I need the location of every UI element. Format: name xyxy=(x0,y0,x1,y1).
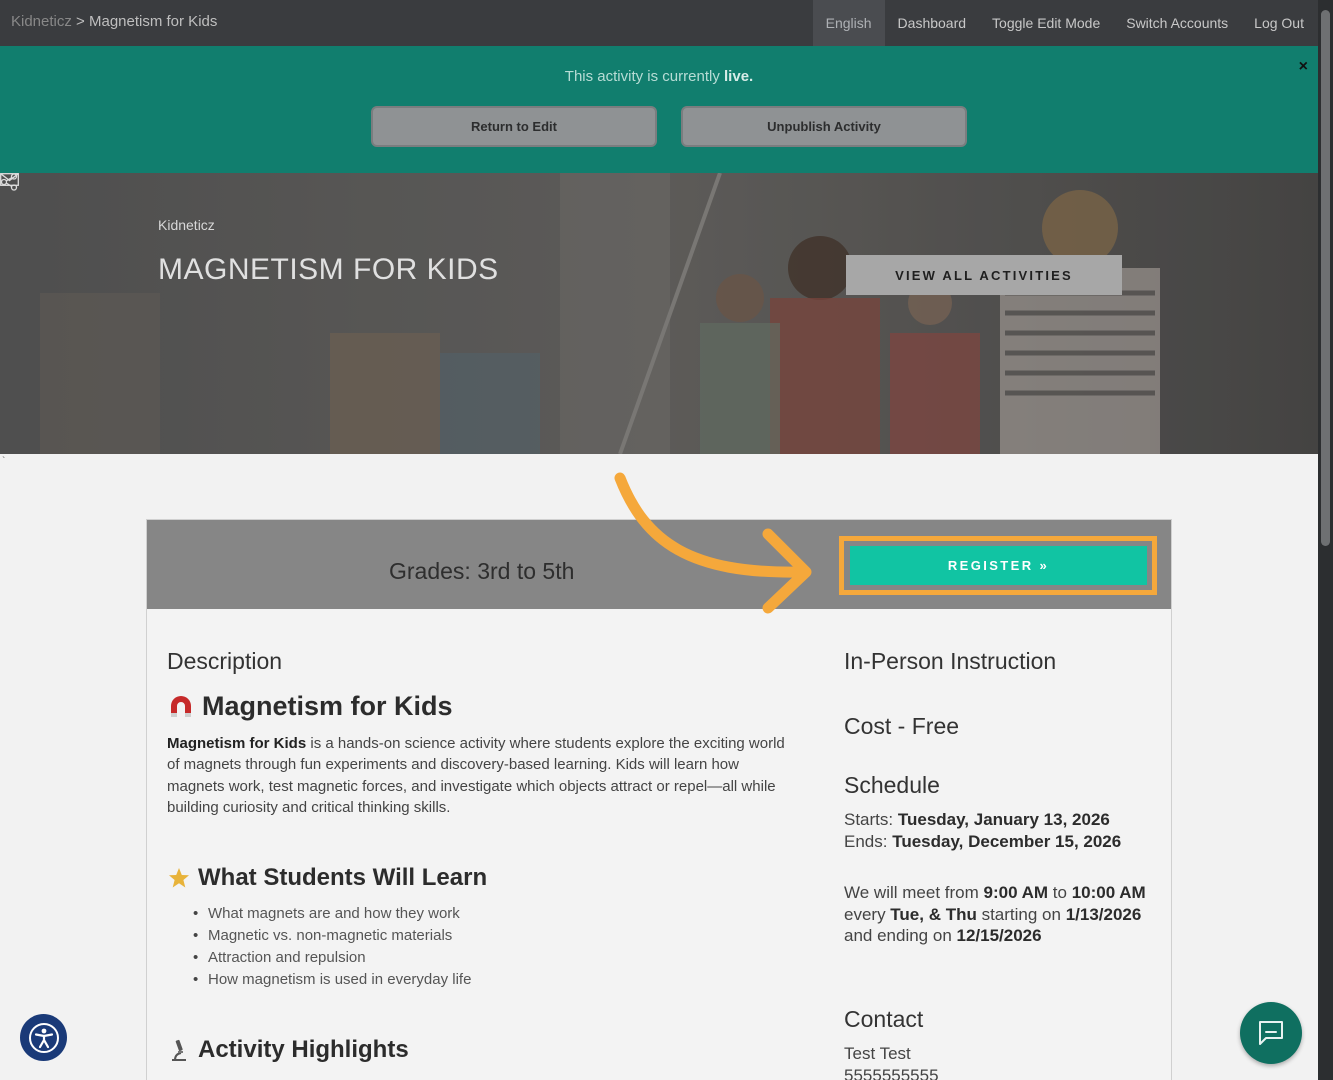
switch-accounts-link[interactable]: Switch Accounts xyxy=(1113,0,1241,46)
top-nav: Kidneticz > Magnetism for Kids English D… xyxy=(0,0,1333,46)
scrollbar-thumb[interactable] xyxy=(1321,10,1330,546)
description-heading: Description xyxy=(167,648,283,674)
activity-heading-text: Magnetism for Kids xyxy=(202,691,453,721)
chat-icon xyxy=(1259,1021,1283,1045)
banner-status: live. xyxy=(724,68,754,85)
breadcrumb: Kidneticz > Magnetism for Kids xyxy=(11,13,217,30)
accessibility-icon xyxy=(28,1022,59,1053)
activity-title: MAGNETISM FOR KIDS xyxy=(158,253,499,286)
learn-list: What magnets are and how they work Magne… xyxy=(193,903,471,991)
log-out-link[interactable]: Log Out xyxy=(1241,0,1317,46)
list-item: Magnetic vs. non-magnetic materials xyxy=(193,925,471,947)
pointer-arrow xyxy=(614,472,812,614)
email-icon[interactable] xyxy=(0,173,19,186)
contact-name: Test Test xyxy=(844,1044,911,1063)
contact-info: Test Test 5555555555 xyxy=(844,1043,1159,1080)
list-item: How magnetism is used in everyday life xyxy=(193,969,471,991)
cost-label: Cost - Free xyxy=(844,713,960,739)
close-banner-button[interactable]: × xyxy=(1299,58,1308,76)
nav-links: English Dashboard Toggle Edit Mode Switc… xyxy=(812,0,1317,46)
contact-heading: Contact xyxy=(844,1006,924,1032)
highlights-heading: Activity Highlights xyxy=(167,1036,409,1064)
unpublish-activity-button[interactable]: Unpublish Activity xyxy=(681,106,967,147)
stray-character: ` xyxy=(2,456,6,467)
activity-heading: Magnetism for Kids xyxy=(167,691,453,722)
breadcrumb-current: Magnetism for Kids xyxy=(88,13,218,30)
ends-label: Ends: xyxy=(844,831,893,851)
accessibility-button[interactable] xyxy=(20,1014,67,1061)
banner-message: This activity is currently live. xyxy=(0,68,1318,85)
meet-to: 12/15/2026 xyxy=(956,926,1042,945)
meet-text: and ending on xyxy=(844,926,957,945)
list-item: Attraction and repulsion xyxy=(193,947,471,969)
hero-photo xyxy=(0,173,1318,454)
contact-phone[interactable]: 5555555555 xyxy=(844,1066,939,1080)
instruction-type: In-Person Instruction xyxy=(844,648,1057,674)
starts-value: Tuesday, January 13, 2026 xyxy=(897,810,1110,829)
starts-label: Starts: xyxy=(844,810,898,829)
schedule-heading: Schedule xyxy=(844,772,940,798)
schedule-dates: Starts: Tuesday, January 13, 2026 Ends: … xyxy=(844,809,1159,852)
ends-value: Tuesday, December 15, 2026 xyxy=(892,831,1122,851)
star-icon xyxy=(169,868,189,888)
description-bold: Magnetism for Kids xyxy=(167,735,307,752)
toggle-edit-mode-link[interactable]: Toggle Edit Mode xyxy=(979,0,1113,46)
meet-from: 1/13/2026 xyxy=(1065,904,1142,924)
meet-end: 10:00 AM xyxy=(1071,883,1146,902)
list-item: What magnets are and how they work xyxy=(193,903,471,925)
meet-text: to xyxy=(1048,883,1072,902)
breadcrumb-separator: > xyxy=(76,13,85,30)
learn-heading: What Students Will Learn xyxy=(167,864,487,892)
register-button[interactable]: REGISTER » xyxy=(850,546,1147,585)
banner-message-text: This activity is currently xyxy=(564,68,720,85)
grades-label: Grades: 3rd to 5th xyxy=(389,558,575,584)
breadcrumb-home-link[interactable]: Kidneticz xyxy=(11,13,72,30)
view-all-activities-button[interactable]: VIEW ALL ACTIVITIES xyxy=(846,255,1122,295)
hero-banner: Kidneticz MAGNETISM FOR KIDS VIEW ALL AC… xyxy=(0,173,1318,454)
description-text: Magnetism for Kids is a hands-on science… xyxy=(167,733,797,819)
meet-text: We will meet from xyxy=(844,883,984,902)
meet-text: every xyxy=(844,904,891,924)
learn-heading-text: What Students Will Learn xyxy=(198,864,488,891)
live-status-banner: This activity is currently live. × Retur… xyxy=(0,46,1318,173)
chat-button[interactable] xyxy=(1240,1002,1302,1064)
return-to-edit-button[interactable]: Return to Edit xyxy=(371,106,657,147)
meet-start: 9:00 AM xyxy=(983,883,1049,902)
dashboard-link[interactable]: Dashboard xyxy=(885,0,980,46)
meet-text: starting on xyxy=(976,904,1066,924)
magnet-icon xyxy=(171,695,191,717)
meet-days: Tue, & Thu xyxy=(890,904,977,924)
language-link[interactable]: English xyxy=(812,0,885,46)
microscope-icon xyxy=(172,1039,186,1061)
highlights-heading-text: Activity Highlights xyxy=(198,1036,409,1063)
hero-organization: Kidneticz xyxy=(158,217,215,233)
meeting-info: We will meet from 9:00 AM to 10:00 AM ev… xyxy=(844,882,1159,947)
